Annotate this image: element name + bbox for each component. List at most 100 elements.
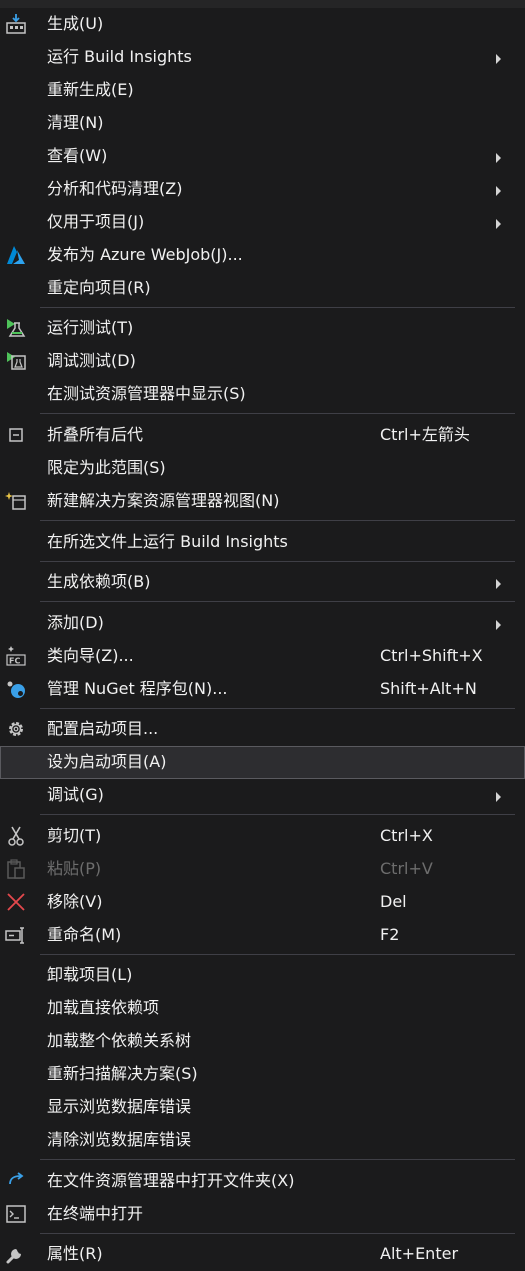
menu-separator bbox=[40, 601, 515, 602]
nuget-icon bbox=[4, 677, 28, 701]
menu-item-show-test-explorer[interactable]: 在测试资源管理器中显示(S) bbox=[0, 378, 525, 411]
menu-item-label: 管理 NuGet 程序包(N)... bbox=[47, 679, 228, 698]
menu-item-clear-browse-db-errors[interactable]: 清除浏览数据库错误 bbox=[0, 1124, 525, 1157]
menu-item-configure-startup[interactable]: 配置启动项目... bbox=[0, 713, 525, 746]
scissors-icon bbox=[4, 824, 28, 848]
menu-item-rescan-solution[interactable]: 重新扫描解决方案(S) bbox=[0, 1058, 525, 1091]
menu-item-label: 运行测试(T) bbox=[47, 318, 134, 337]
terminal-icon bbox=[4, 1202, 28, 1226]
menu-item-view[interactable]: 查看(W) bbox=[0, 140, 525, 173]
menu-item-label: 查看(W) bbox=[47, 146, 108, 165]
menu-item-debug-tests[interactable]: 调试测试(D) bbox=[0, 345, 525, 378]
menu-item-label: 加载整个依赖关系树 bbox=[47, 1031, 192, 1050]
menu-item-label: 生成依赖项(B) bbox=[47, 572, 151, 591]
menu-item-shortcut: Ctrl+Shift+X bbox=[380, 646, 483, 665]
menu-item-label: 分析和代码清理(Z) bbox=[47, 179, 183, 198]
menu-item-label: 调试(G) bbox=[47, 785, 104, 804]
menu-item-run-tests[interactable]: 运行测试(T) bbox=[0, 312, 525, 345]
menu-item-open-in-terminal[interactable]: 在终端中打开 bbox=[0, 1198, 525, 1231]
menu-item-label: 重命名(M) bbox=[47, 925, 122, 944]
submenu-arrow-icon bbox=[496, 792, 501, 802]
menu-item-label: 新建解决方案资源管理器视图(N) bbox=[47, 491, 280, 510]
menu-item-class-wizard[interactable]: FC 类向导(Z)... Ctrl+Shift+X bbox=[0, 640, 525, 673]
menu-item-analyze[interactable]: 分析和代码清理(Z) bbox=[0, 173, 525, 206]
open-folder-icon bbox=[4, 1169, 28, 1193]
menu-item-label: 属性(R) bbox=[47, 1244, 103, 1263]
context-menu: 生成(U) 运行 Build Insights 重新生成(E) 清理(N) 查看… bbox=[0, 8, 525, 1270]
menu-item-build-dependencies[interactable]: 生成依赖项(B) bbox=[0, 566, 525, 599]
menu-item-shortcut: F2 bbox=[380, 925, 400, 944]
menu-item-label: 重定向项目(R) bbox=[47, 278, 151, 297]
menu-item-label: 清除浏览数据库错误 bbox=[47, 1130, 192, 1149]
menu-item-load-dep-tree[interactable]: 加载整个依赖关系树 bbox=[0, 1025, 525, 1058]
menu-item-label: 限定为此范围(S) bbox=[47, 458, 166, 477]
menu-item-label: 运行 Build Insights bbox=[47, 47, 192, 66]
menu-item-new-solution-view[interactable]: 新建解决方案资源管理器视图(N) bbox=[0, 485, 525, 518]
menu-item-set-startup[interactable]: 设为启动项目(A) bbox=[0, 746, 525, 779]
menu-separator bbox=[40, 954, 515, 955]
menu-item-build[interactable]: 生成(U) bbox=[0, 8, 525, 41]
menu-item-show-browse-db-errors[interactable]: 显示浏览数据库错误 bbox=[0, 1091, 525, 1124]
menu-separator bbox=[40, 708, 515, 709]
menu-item-label: 加载直接依赖项 bbox=[47, 998, 160, 1017]
submenu-arrow-icon bbox=[496, 54, 501, 64]
menu-item-properties[interactable]: 属性(R) Alt+Enter bbox=[0, 1238, 525, 1271]
paste-icon bbox=[4, 857, 28, 881]
menu-item-load-direct-deps[interactable]: 加载直接依赖项 bbox=[0, 992, 525, 1025]
menu-item-label: 类向导(Z)... bbox=[47, 646, 134, 665]
menu-item-run-build-insights-selected[interactable]: 在所选文件上运行 Build Insights bbox=[0, 526, 525, 559]
menu-item-label: 剪切(T) bbox=[47, 826, 102, 845]
menu-item-label: 重新生成(E) bbox=[47, 80, 134, 99]
menu-item-rename[interactable]: 重命名(M) F2 bbox=[0, 919, 525, 952]
menu-item-collapse-all[interactable]: 折叠所有后代 Ctrl+左箭头 bbox=[0, 419, 525, 452]
window-top-strip bbox=[0, 0, 525, 8]
run-tests-icon bbox=[4, 316, 28, 340]
menu-item-label: 折叠所有后代 bbox=[47, 425, 144, 444]
menu-item-clean[interactable]: 清理(N) bbox=[0, 107, 525, 140]
rename-icon bbox=[4, 923, 28, 947]
menu-item-retarget[interactable]: 重定向项目(R) bbox=[0, 272, 525, 305]
gear-icon bbox=[4, 717, 28, 741]
menu-item-label: 在文件资源管理器中打开文件夹(X) bbox=[47, 1171, 295, 1190]
submenu-arrow-icon bbox=[496, 153, 501, 163]
menu-item-unload-project[interactable]: 卸载项目(L) bbox=[0, 959, 525, 992]
menu-item-shortcut: Ctrl+X bbox=[380, 826, 433, 845]
new-view-icon bbox=[4, 489, 28, 513]
menu-item-rebuild[interactable]: 重新生成(E) bbox=[0, 74, 525, 107]
submenu-arrow-icon bbox=[496, 186, 501, 196]
collapse-icon bbox=[4, 423, 28, 447]
menu-item-remove[interactable]: 移除(V) Del bbox=[0, 886, 525, 919]
menu-separator bbox=[40, 814, 515, 815]
menu-item-label: 卸载项目(L) bbox=[47, 965, 133, 984]
menu-item-shortcut: Ctrl+左箭头 bbox=[380, 425, 470, 444]
svg-text:FC: FC bbox=[9, 657, 20, 666]
menu-separator bbox=[40, 413, 515, 414]
menu-item-label: 在所选文件上运行 Build Insights bbox=[47, 532, 288, 551]
menu-item-run-build-insights[interactable]: 运行 Build Insights bbox=[0, 41, 525, 74]
debug-tests-icon bbox=[4, 349, 28, 373]
menu-item-open-in-explorer[interactable]: 在文件资源管理器中打开文件夹(X) bbox=[0, 1165, 525, 1198]
submenu-arrow-icon bbox=[496, 620, 501, 630]
menu-item-project-only[interactable]: 仅用于项目(J) bbox=[0, 206, 525, 239]
menu-item-label: 设为启动项目(A) bbox=[47, 752, 167, 771]
submenu-arrow-icon bbox=[496, 579, 501, 589]
menu-item-add[interactable]: 添加(D) bbox=[0, 607, 525, 640]
menu-item-label: 显示浏览数据库错误 bbox=[47, 1097, 192, 1116]
menu-item-publish-azure[interactable]: 发布为 Azure WebJob(J)... bbox=[0, 239, 525, 272]
menu-separator bbox=[40, 520, 515, 521]
menu-item-manage-nuget[interactable]: 管理 NuGet 程序包(N)... Shift+Alt+N bbox=[0, 673, 525, 706]
menu-item-label: 粘贴(P) bbox=[47, 859, 102, 878]
menu-item-scope-to-this[interactable]: 限定为此范围(S) bbox=[0, 452, 525, 485]
menu-item-debug[interactable]: 调试(G) bbox=[0, 779, 525, 812]
menu-item-cut[interactable]: 剪切(T) Ctrl+X bbox=[0, 820, 525, 853]
menu-item-shortcut: Del bbox=[380, 892, 407, 911]
menu-separator bbox=[40, 1159, 515, 1160]
menu-item-shortcut: Shift+Alt+N bbox=[380, 679, 477, 698]
menu-separator bbox=[40, 307, 515, 308]
menu-item-label: 在终端中打开 bbox=[47, 1204, 144, 1223]
menu-item-label: 仅用于项目(J) bbox=[47, 212, 145, 231]
menu-item-paste[interactable]: 粘贴(P) Ctrl+V bbox=[0, 853, 525, 886]
menu-item-label: 配置启动项目... bbox=[47, 719, 159, 738]
remove-icon bbox=[4, 890, 28, 914]
wrench-icon bbox=[4, 1242, 28, 1266]
